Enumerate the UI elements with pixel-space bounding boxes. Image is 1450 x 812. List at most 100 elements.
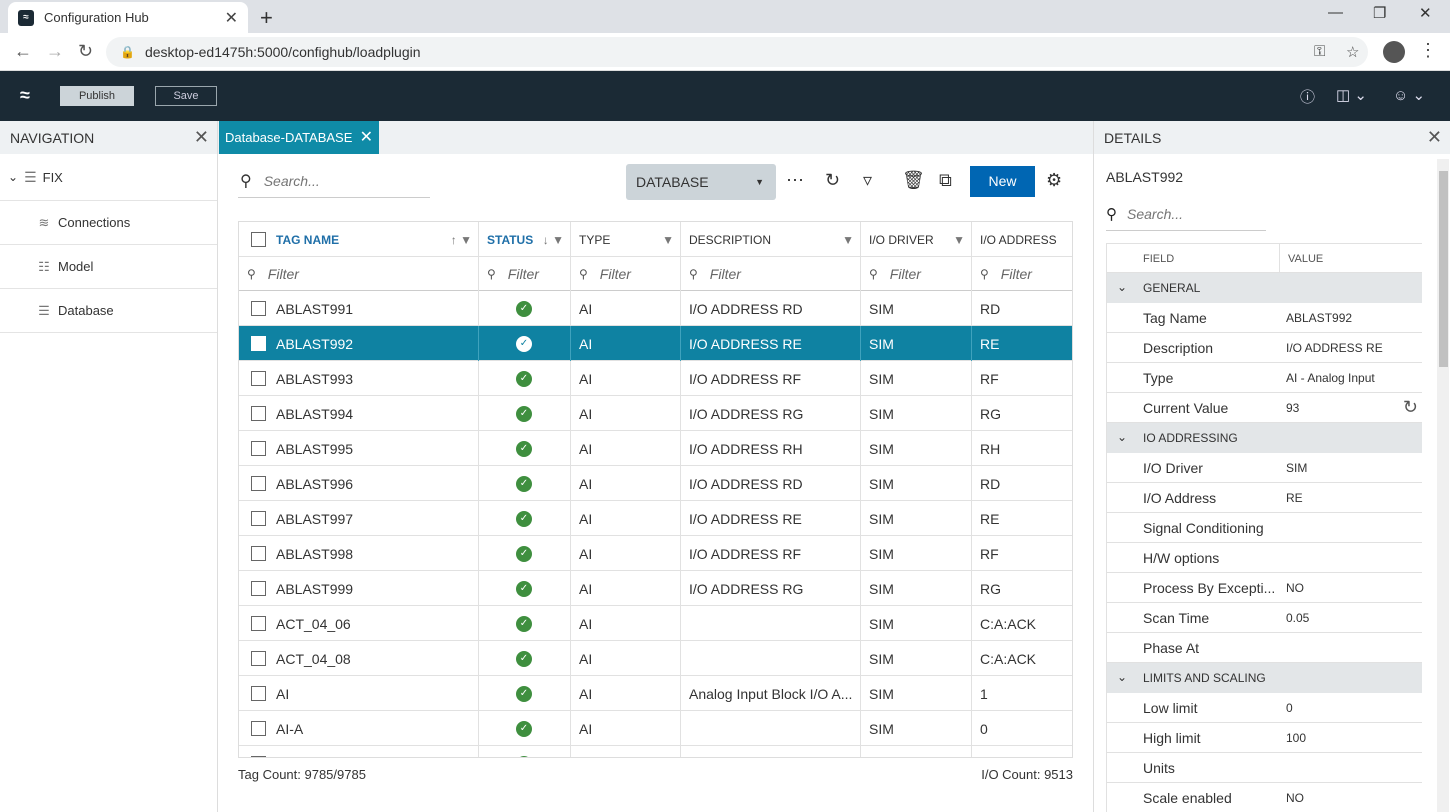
sort-filter-icon[interactable]: ↑ ▼ xyxy=(451,233,472,247)
nav-item-database[interactable]: ☰ Database xyxy=(0,289,217,333)
details-row[interactable]: I/O Driver SIM xyxy=(1107,453,1422,483)
table-row[interactable]: ABLAST997 ✓ AI I/O ADDRESS RE SIM RE xyxy=(239,501,1072,536)
row-checkbox[interactable] xyxy=(251,371,266,386)
forward-icon[interactable]: → xyxy=(46,41,64,62)
table-row[interactable]: ABLAST994 ✓ AI I/O ADDRESS RG SIM RG xyxy=(239,396,1072,431)
new-tab-icon[interactable]: + xyxy=(260,5,273,31)
details-row[interactable]: Process By Excepti... NO xyxy=(1107,573,1422,603)
details-row[interactable]: Units xyxy=(1107,753,1422,783)
column-header-tag-name[interactable]: TAG NAME ↑ ▼ xyxy=(239,222,479,257)
details-row[interactable]: Type AI - Analog Input xyxy=(1107,363,1422,393)
refresh-value-icon[interactable]: ↻ xyxy=(1403,397,1418,418)
row-checkbox[interactable] xyxy=(251,651,266,666)
nav-item-connections[interactable]: ≋ Connections xyxy=(0,201,217,245)
row-checkbox[interactable] xyxy=(251,721,266,736)
row-checkbox[interactable] xyxy=(251,686,266,701)
url-field[interactable]: 🔒 desktop-ed1475h:5000/confighub/loadplu… xyxy=(106,37,1368,67)
filter-type[interactable]: ⚲ Filter xyxy=(571,256,681,291)
filter-tag-name[interactable]: ⚲ Filter xyxy=(239,256,479,291)
delete-icon[interactable]: 🗑 xyxy=(902,170,925,191)
new-button[interactable]: New xyxy=(970,166,1035,197)
filter-io-driver[interactable]: ⚲ Filter xyxy=(861,256,972,291)
details-scroll-thumb[interactable] xyxy=(1439,171,1448,367)
chevron-down-icon[interactable]: ⌄ xyxy=(1117,430,1127,444)
browser-tab[interactable]: ≈ Configuration Hub ✕ xyxy=(8,2,248,33)
row-checkbox[interactable] xyxy=(251,511,266,526)
sort-filter-icon[interactable]: ↓ ▼ xyxy=(543,233,564,247)
database-select[interactable]: DATABASE ▼ xyxy=(626,164,776,200)
column-header-io-address[interactable]: I/O ADDRESS xyxy=(972,222,1072,257)
refresh-icon[interactable]: ↻ xyxy=(825,170,840,191)
close-tab-icon[interactable]: ✕ xyxy=(360,127,373,147)
details-row[interactable]: Phase At xyxy=(1107,633,1422,663)
filter-io-address[interactable]: ⚲ Filter xyxy=(972,256,1072,291)
row-checkbox[interactable] xyxy=(251,546,266,561)
more-options-icon[interactable]: ⋯ xyxy=(786,170,804,191)
settings-gear-icon[interactable]: ⚙ xyxy=(1046,170,1062,191)
browser-menu-icon[interactable]: ⋮ xyxy=(1419,40,1437,61)
table-row[interactable]: ABLAST995 ✓ AI I/O ADDRESS RH SIM RH xyxy=(239,431,1072,466)
details-row[interactable]: Current Value 93 ↻ xyxy=(1107,393,1422,423)
profile-avatar-icon[interactable] xyxy=(1383,41,1405,63)
back-icon[interactable]: ← xyxy=(14,41,32,62)
filter-icon[interactable]: ▼ xyxy=(953,233,965,247)
user-menu-icon[interactable]: ☺ ⌄ xyxy=(1393,86,1425,104)
tab-database[interactable]: Database-DATABASE ✕ xyxy=(219,121,379,154)
table-row[interactable]: AI ✓ AI Analog Input Block I/O A... SIM 1 xyxy=(239,676,1072,711)
table-row[interactable]: AI-B ✓ AI SIM0 xyxy=(239,746,1072,757)
table-row[interactable]: ABLAST999 ✓ AI I/O ADDRESS RG SIM RG xyxy=(239,571,1072,606)
table-row[interactable]: ABLAST992 ✓ AI I/O ADDRESS RE SIM RE xyxy=(239,326,1072,361)
help-icon[interactable]: ⓘ xyxy=(1300,86,1315,107)
close-details-icon[interactable]: ✕ xyxy=(1427,127,1442,148)
grid-search-input[interactable] xyxy=(263,172,414,189)
details-row[interactable]: Low limit 0 xyxy=(1107,693,1422,723)
chevron-down-icon[interactable]: ⌄ xyxy=(8,170,18,184)
row-checkbox[interactable] xyxy=(251,406,266,421)
duplicate-icon[interactable]: ⧉ xyxy=(939,170,952,191)
details-row[interactable]: H/W options xyxy=(1107,543,1422,573)
table-row[interactable]: ACT_04_06 ✓ AI SIM C:A:ACK xyxy=(239,606,1072,641)
restore-icon[interactable]: ❐ xyxy=(1373,4,1386,22)
details-row[interactable]: Scan Time 0.05 xyxy=(1107,603,1422,633)
layout-toggle-icon[interactable]: ◫ ⌄ xyxy=(1336,86,1367,104)
details-section-header[interactable]: ⌄ GENERAL xyxy=(1107,273,1422,303)
close-navigation-icon[interactable]: ✕ xyxy=(194,127,209,148)
details-scrollbar[interactable] xyxy=(1437,159,1449,812)
chevron-down-icon[interactable]: ⌄ xyxy=(1117,670,1127,684)
reload-icon[interactable]: ↻ xyxy=(78,41,93,62)
table-row[interactable]: ABLAST991 ✓ AI I/O ADDRESS RD SIM RD xyxy=(239,291,1072,326)
details-row[interactable]: Scale enabled NO xyxy=(1107,783,1422,812)
row-checkbox[interactable] xyxy=(251,476,266,491)
close-tab-icon[interactable]: ✕ xyxy=(225,8,238,28)
row-checkbox[interactable] xyxy=(251,756,266,757)
table-row[interactable]: ABLAST998 ✓ AI I/O ADDRESS RF SIM RF xyxy=(239,536,1072,571)
table-row[interactable]: ABLAST993 ✓ AI I/O ADDRESS RF SIM RF xyxy=(239,361,1072,396)
details-row[interactable]: Description I/O ADDRESS RE xyxy=(1107,333,1422,363)
row-checkbox[interactable] xyxy=(251,336,266,351)
row-checkbox[interactable] xyxy=(251,616,266,631)
column-header-io-driver[interactable]: I/O DRIVER ▼ xyxy=(861,222,972,257)
clear-filter-icon[interactable]: ▿ xyxy=(863,170,872,191)
bookmark-star-icon[interactable]: ☆ xyxy=(1346,43,1359,61)
column-header-description[interactable]: DESCRIPTION ▼ xyxy=(681,222,861,257)
details-section-header[interactable]: ⌄ IO ADDRESSING xyxy=(1107,423,1422,453)
chevron-down-icon[interactable]: ⌄ xyxy=(1117,280,1127,294)
filter-icon[interactable]: ▼ xyxy=(662,233,674,247)
filter-icon[interactable]: ▼ xyxy=(842,233,854,247)
publish-button[interactable]: Publish xyxy=(60,86,134,106)
filter-status[interactable]: ⚲ Filter xyxy=(479,256,571,291)
column-header-type[interactable]: TYPE ▼ xyxy=(571,222,681,257)
details-search-input[interactable] xyxy=(1127,205,1247,222)
column-header-status[interactable]: STATUS ↓ ▼ xyxy=(479,222,571,257)
close-window-icon[interactable]: ✕ xyxy=(1419,4,1432,22)
table-row[interactable]: ABLAST996 ✓ AI I/O ADDRESS RD SIM RD xyxy=(239,466,1072,501)
filter-description[interactable]: ⚲ Filter xyxy=(681,256,861,291)
row-checkbox[interactable] xyxy=(251,441,266,456)
save-button[interactable]: Save xyxy=(155,86,217,106)
details-row[interactable]: Tag Name ABLAST992 xyxy=(1107,303,1422,333)
nav-root-fix[interactable]: ⌄ ☰ FIX xyxy=(0,154,217,201)
nav-item-model[interactable]: ☷ Model xyxy=(0,245,217,289)
table-row[interactable]: ACT_04_08 ✓ AI SIM C:A:ACK xyxy=(239,641,1072,676)
details-row[interactable]: Signal Conditioning xyxy=(1107,513,1422,543)
minimize-icon[interactable]: — xyxy=(1328,4,1343,21)
